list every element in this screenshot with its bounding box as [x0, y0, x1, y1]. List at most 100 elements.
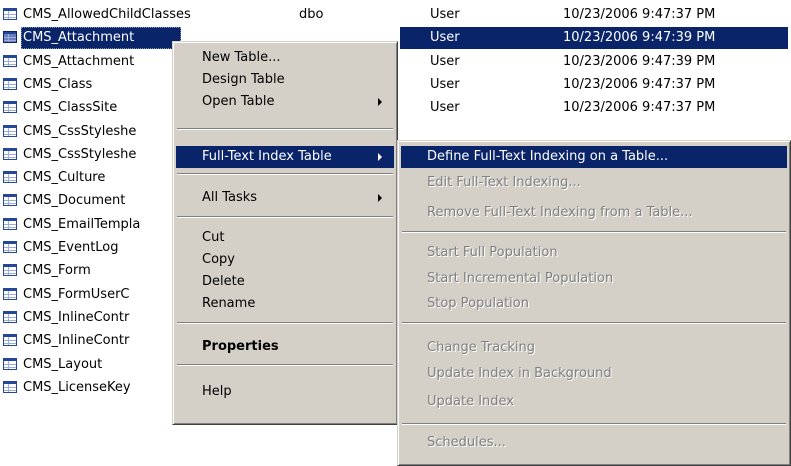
menu-delete[interactable]: Delete — [176, 271, 394, 293]
submenu-update-index[interactable]: Update Index — [401, 391, 787, 413]
table-type-cell: User — [430, 100, 460, 116]
menu-full-text-index-table-label: Full-Text Index Table — [202, 149, 332, 164]
table-name-cell: CMS_InlineContr — [23, 309, 130, 325]
submenu-edit[interactable]: Edit Full-Text Indexing... — [401, 172, 787, 194]
table-icon — [3, 380, 17, 393]
table-icon — [3, 31, 17, 44]
submenu-remove[interactable]: Remove Full-Text Indexing from a Table..… — [401, 202, 787, 224]
menu-help[interactable]: Help — [176, 381, 394, 403]
submenu-schedules-label: Schedules... — [427, 435, 506, 450]
table-type-cell: User — [430, 53, 460, 69]
submenu-update-background[interactable]: Update Index in Background — [401, 363, 787, 385]
table-name-cell: CMS_Form — [23, 263, 91, 279]
submenu-change-tracking-label: Change Tracking — [427, 340, 536, 355]
menu-properties[interactable]: Properties — [176, 336, 394, 358]
table-icon — [3, 101, 17, 114]
menu-all-tasks-label: All Tasks — [202, 190, 258, 205]
table-date-cell: 10/23/2006 9:47:37 PM — [563, 100, 716, 116]
table-icon — [3, 8, 17, 20]
menu-copy-label: Copy — [202, 252, 235, 267]
submenu-separator — [402, 231, 786, 233]
submenu-stop[interactable]: Stop Population — [401, 293, 787, 315]
table-name-cell: CMS_Layout — [23, 356, 103, 372]
submenu-update-index-label: Update Index — [427, 394, 515, 409]
table-icon — [3, 287, 17, 300]
table-icon — [3, 217, 17, 230]
submenu-define-label: Define Full-Text Indexing on a Table... — [427, 149, 669, 164]
table-date-cell: 10/23/2006 9:47:37 PM — [563, 7, 716, 22]
table-date-cell: 10/23/2006 9:47:39 PM — [563, 53, 716, 69]
table-icon — [3, 357, 17, 370]
menu-open-table-label: Open Table — [202, 94, 275, 109]
submenu-remove-label: Remove Full-Text Indexing from a Table..… — [427, 205, 693, 220]
table-name-cell: CMS_EmailTempla — [23, 216, 141, 232]
menu-design-table[interactable]: Design Table — [176, 69, 394, 91]
menu-new-table-label: New Table... — [202, 50, 281, 65]
submenu-start-full-label: Start Full Population — [427, 245, 558, 260]
full-text-submenu: Define Full-Text Indexing on a Table... … — [397, 140, 791, 466]
table-name-cell: CMS_ClassSite — [23, 100, 118, 116]
submenu-start-incremental[interactable]: Start Incremental Population — [401, 268, 787, 290]
submenu-change-tracking[interactable]: Change Tracking — [401, 337, 787, 359]
context-menu: New Table... Design Table Open Table Ful… — [172, 41, 398, 425]
menu-design-table-label: Design Table — [202, 72, 285, 87]
table-name-cell: CMS_CssStyleshe — [23, 123, 137, 139]
menu-cut[interactable]: Cut — [176, 227, 394, 249]
table-date-cell: 10/23/2006 9:47:39 PM — [563, 30, 716, 46]
menu-delete-label: Delete — [202, 274, 245, 289]
menu-open-table[interactable]: Open Table — [176, 91, 394, 113]
submenu-arrow-icon — [378, 194, 382, 202]
table-type-cell: User — [430, 7, 460, 22]
table-name-cell: CMS_Document — [23, 193, 126, 209]
table-icon — [3, 334, 17, 347]
table-name-cell: CMS_Class — [23, 76, 93, 92]
menu-all-tasks[interactable]: All Tasks — [176, 187, 394, 209]
submenu-arrow-icon — [378, 98, 382, 106]
menu-properties-label: Properties — [202, 339, 279, 354]
menu-new-table[interactable]: New Table... — [176, 47, 394, 69]
table-name-cell: CMS_EventLog — [23, 240, 119, 255]
menu-separator — [177, 364, 393, 366]
submenu-separator — [402, 322, 786, 324]
table-icon — [3, 124, 17, 137]
table-date-cell: 10/23/2006 9:47:37 PM — [563, 76, 716, 92]
menu-help-label: Help — [202, 384, 232, 399]
table-owner-cell: dbo — [299, 7, 324, 22]
menu-full-text-index-table[interactable]: Full-Text Index Table — [176, 146, 394, 168]
table-icon — [3, 194, 17, 207]
menu-copy[interactable]: Copy — [176, 249, 394, 271]
menu-cut-label: Cut — [202, 230, 225, 245]
submenu-start-incremental-label: Start Incremental Population — [427, 271, 614, 286]
menu-rename-label: Rename — [202, 296, 256, 311]
table-name-cell: CMS_InlineContr — [23, 333, 130, 349]
table-icon — [3, 147, 17, 160]
submenu-update-background-label: Update Index in Background — [427, 366, 612, 381]
table-type-cell: User — [430, 76, 460, 92]
table-name-cell: CMS_Attachment — [21, 27, 181, 50]
submenu-arrow-icon — [378, 153, 382, 161]
menu-separator — [177, 216, 393, 218]
table-name-cell: CMS_CssStyleshe — [23, 146, 137, 162]
table-name-cell: CMS_FormUserC — [23, 286, 130, 302]
table-name-cell: CMS_Attachment — [23, 53, 135, 69]
table-row[interactable]: CMS_AllowedChildClasses dbo User 10/23/2006… — [0, 4, 791, 27]
table-name-cell: CMS_LicenseKey — [23, 379, 131, 395]
table-icon — [3, 77, 17, 90]
submenu-edit-label: Edit Full-Text Indexing... — [427, 175, 581, 190]
menu-rename[interactable]: Rename — [176, 293, 394, 315]
submenu-stop-label: Stop Population — [427, 296, 529, 311]
submenu-schedules[interactable]: Schedules... — [401, 432, 787, 454]
submenu-define[interactable]: Define Full-Text Indexing on a Table... — [401, 146, 787, 168]
menu-separator — [177, 128, 393, 130]
table-type-cell: User — [430, 30, 460, 46]
submenu-separator — [402, 423, 786, 425]
table-name-cell: CMS_AllowedChildClasses — [23, 7, 191, 22]
table-icon — [3, 241, 17, 253]
table-name-cell: CMS_Culture — [23, 170, 106, 186]
table-icon — [3, 310, 17, 323]
menu-separator — [177, 322, 393, 324]
table-icon — [3, 264, 17, 277]
submenu-start-full[interactable]: Start Full Population — [401, 242, 787, 264]
menu-separator — [177, 173, 393, 175]
table-icon — [3, 171, 17, 184]
